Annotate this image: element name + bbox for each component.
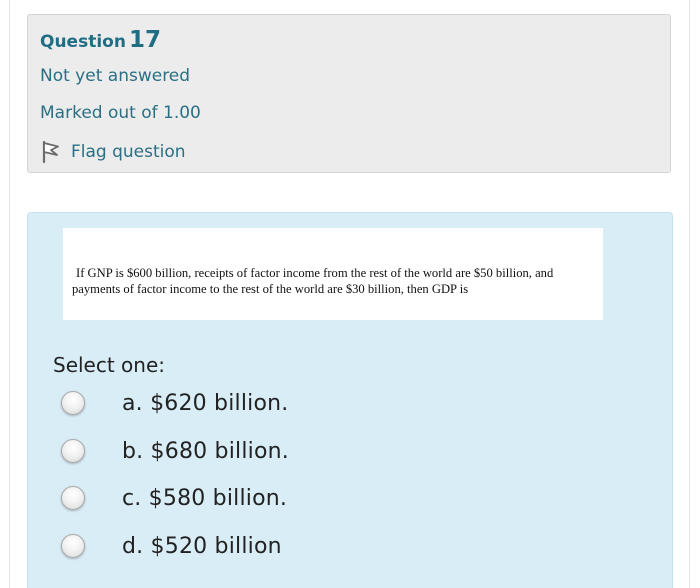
question-grade: Marked out of 1.00 — [40, 103, 201, 123]
radio-button-c[interactable] — [61, 486, 85, 510]
question-title: Question 17 — [40, 27, 161, 53]
question-label: Question — [40, 32, 126, 52]
answer-option-d[interactable]: d. $520 billion — [61, 529, 282, 563]
question-content-panel: If GNP is $600 billion, receipts of fact… — [27, 212, 673, 588]
question-text-image: If GNP is $600 billion, receipts of fact… — [63, 228, 603, 320]
radio-button-a[interactable] — [61, 391, 85, 415]
page-right-border — [689, 0, 690, 588]
answer-prompt: Select one: — [53, 353, 166, 377]
answer-option-label: c. $580 billion. — [122, 485, 288, 511]
page-left-border — [9, 0, 10, 588]
answer-option-label: d. $520 billion — [122, 533, 282, 559]
question-info-panel: Question 17 Not yet answered Marked out o… — [27, 14, 671, 173]
answer-option-c[interactable]: c. $580 billion. — [61, 481, 287, 515]
flag-icon — [42, 140, 59, 164]
answer-option-label: a. $620 billion. — [122, 390, 289, 416]
answer-option-a[interactable]: a. $620 billion. — [61, 386, 288, 420]
radio-button-d[interactable] — [61, 534, 85, 558]
answer-option-label: b. $680 billion. — [122, 438, 289, 464]
question-state: Not yet answered — [40, 66, 191, 86]
question-text: If GNP is $600 billion, receipts of fact… — [72, 266, 554, 296]
answer-option-b[interactable]: b. $680 billion. — [61, 434, 289, 468]
radio-button-b[interactable] — [61, 439, 85, 463]
quiz-page: Question 17 Not yet answered Marked out o… — [0, 0, 700, 588]
flag-question-label: Flag question — [71, 142, 186, 162]
flag-question-link[interactable]: Flag question — [40, 139, 186, 165]
question-number: 17 — [128, 27, 161, 53]
